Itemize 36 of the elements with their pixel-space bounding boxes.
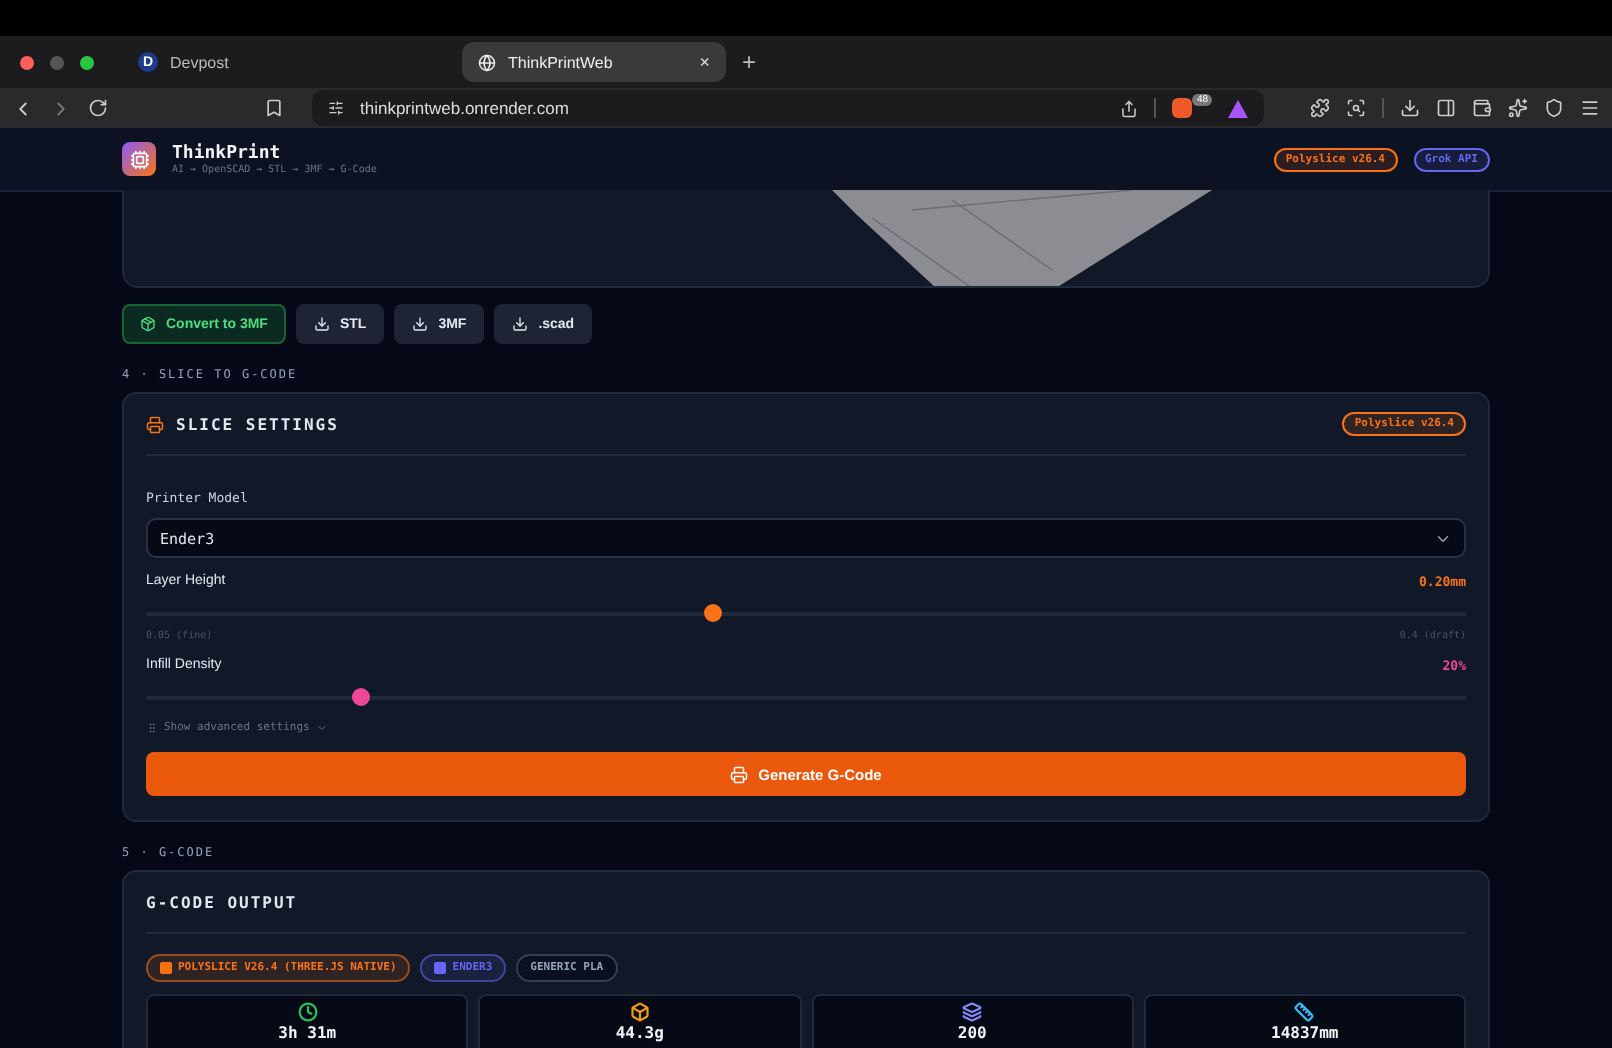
reload-icon[interactable] (88, 98, 108, 118)
printer-icon (730, 765, 749, 783)
download-icon (412, 316, 429, 332)
download-icon (313, 316, 330, 332)
shield-outline-icon[interactable] (1544, 98, 1564, 118)
app-title: ThinkPrint (172, 143, 283, 163)
new-tab-button[interactable]: + (742, 48, 757, 76)
bookmark-icon[interactable] (264, 98, 284, 118)
stat-value: 3h 31m (278, 1024, 337, 1042)
close-tab-button[interactable]: × (699, 52, 710, 72)
zoom-window-icon[interactable] (80, 55, 94, 69)
printer-icon (146, 415, 164, 433)
package-icon (140, 316, 156, 332)
slider-thumb[interactable] (352, 688, 371, 706)
card-title: G-CODE OUTPUT (146, 893, 300, 911)
site-settings-icon[interactable] (328, 100, 344, 116)
browser-tab[interactable]: ThinkPrintWeb × (462, 42, 726, 82)
logo-icon (122, 142, 156, 176)
stat-value: 200 (957, 1024, 987, 1042)
globe-icon (478, 53, 496, 71)
stat-value: 14837mm (1271, 1024, 1339, 1042)
sparkle-icon[interactable] (1508, 98, 1528, 118)
screenshot-icon[interactable] (1346, 98, 1366, 118)
close-window-icon[interactable] (20, 55, 34, 69)
wallet-icon[interactable] (1472, 98, 1492, 118)
download-icon (512, 316, 529, 332)
triangle-icon[interactable] (1228, 99, 1248, 117)
stat-value: 44.3g (615, 1024, 664, 1042)
menu-icon[interactable] (1580, 98, 1600, 118)
chevron-down-icon (315, 722, 328, 734)
extensions-icon[interactable] (1310, 98, 1330, 118)
slider-thumb[interactable] (704, 604, 723, 622)
share-icon[interactable] (1120, 99, 1139, 117)
download-icon[interactable] (1400, 98, 1420, 118)
card-title: SLICE SETTINGS (176, 415, 341, 433)
sidebar-icon[interactable] (1436, 98, 1456, 118)
